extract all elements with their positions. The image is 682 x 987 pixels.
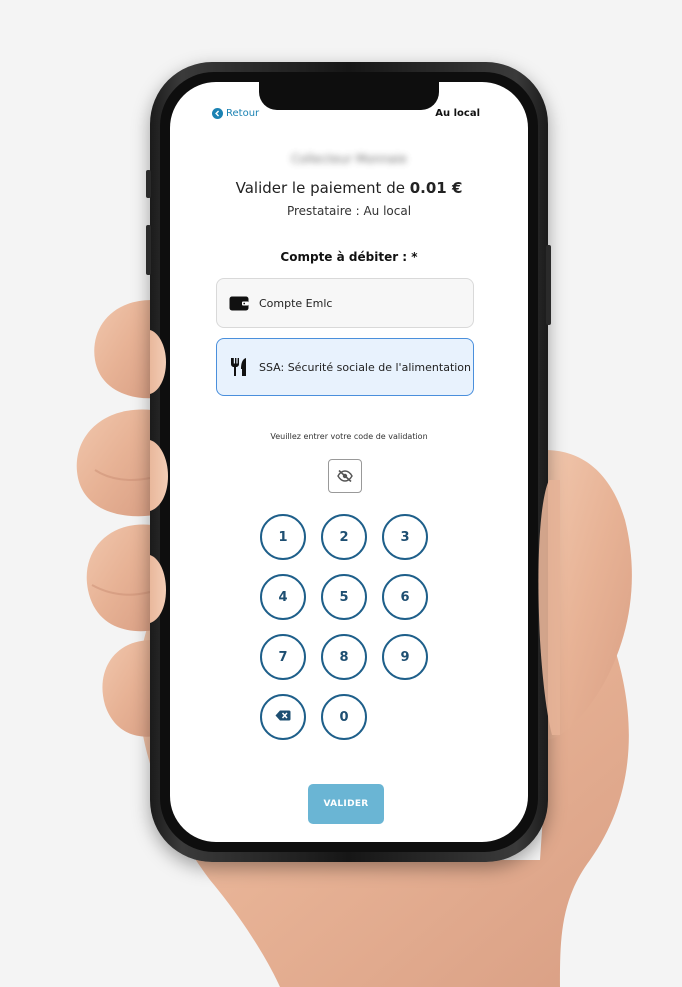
keypad-key-9[interactable]: 9 bbox=[382, 634, 428, 680]
keypad-key-2[interactable]: 2 bbox=[321, 514, 367, 560]
account-option-ssa[interactable]: SSA: Sécurité sociale de l'alimentation bbox=[216, 338, 474, 396]
keypad-key-4[interactable]: 4 bbox=[260, 574, 306, 620]
account-option-emlc[interactable]: Compte Emlc bbox=[216, 278, 474, 328]
backspace-icon bbox=[275, 710, 291, 725]
account-label: Compte Emlc bbox=[259, 296, 333, 310]
keypad-key-8[interactable]: 8 bbox=[321, 634, 367, 680]
blurred-recipient-name: Collecteur Monnaie bbox=[291, 152, 407, 166]
payment-amount: 0.01 € bbox=[409, 179, 463, 197]
provider-label: Prestataire : Au local bbox=[286, 204, 412, 218]
fork-knife-icon bbox=[229, 357, 249, 377]
payment-title: Valider le paiement de 0.01 € bbox=[170, 179, 528, 197]
keypad-backspace-button[interactable] bbox=[260, 694, 306, 740]
keypad-key-3[interactable]: 3 bbox=[382, 514, 428, 560]
payment-title-prefix: Valider le paiement de bbox=[235, 179, 410, 197]
account-label: SSA: Sécurité sociale de l'alimentation bbox=[259, 360, 472, 374]
pin-instruction: Veuillez entrer votre code de validation bbox=[270, 432, 428, 441]
toggle-visibility-button[interactable] bbox=[328, 459, 362, 493]
photo-scene: Retour Au local Collecteur Monnaie Valid… bbox=[0, 0, 682, 987]
keypad-key-7[interactable]: 7 bbox=[260, 634, 306, 680]
debit-account-label: Compte à débiter : * bbox=[280, 250, 418, 264]
phone-volume-up bbox=[146, 225, 151, 275]
back-label: Retour bbox=[226, 108, 260, 119]
keypad-key-5[interactable]: 5 bbox=[321, 574, 367, 620]
phone-mute-switch bbox=[146, 170, 151, 198]
back-button[interactable]: Retour bbox=[212, 108, 259, 119]
keypad-key-6[interactable]: 6 bbox=[382, 574, 428, 620]
validate-button[interactable]: VALIDER bbox=[308, 784, 384, 824]
eye-slash-icon bbox=[337, 467, 353, 486]
phone-power-button bbox=[546, 245, 551, 325]
wallet-icon bbox=[229, 293, 249, 313]
top-bar: Retour Au local bbox=[170, 108, 528, 128]
place-label: Au local bbox=[435, 108, 480, 119]
chevron-left-icon bbox=[212, 108, 223, 119]
app-screen: Retour Au local Collecteur Monnaie Valid… bbox=[170, 82, 528, 842]
keypad-key-0[interactable]: 0 bbox=[321, 694, 367, 740]
phone-notch bbox=[259, 82, 439, 110]
keypad-key-1[interactable]: 1 bbox=[260, 514, 306, 560]
